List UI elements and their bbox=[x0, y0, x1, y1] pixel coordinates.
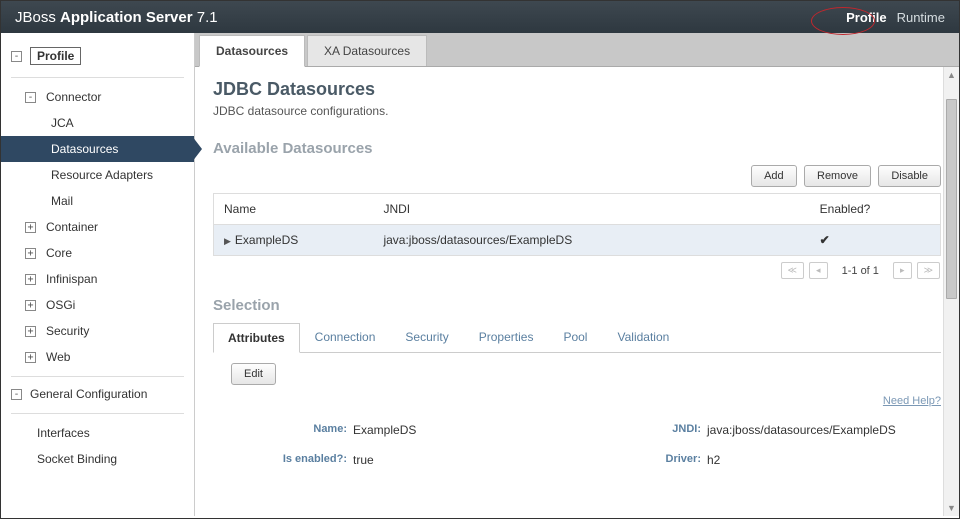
expand-icon[interactable]: + bbox=[25, 274, 36, 285]
selection-heading: Selection bbox=[213, 297, 941, 314]
page-prev-button[interactable]: ◂ bbox=[809, 262, 828, 279]
content: JDBC Datasources JDBC datasource configu… bbox=[195, 67, 959, 516]
tree-osgi[interactable]: +OSGi bbox=[1, 292, 194, 318]
table-header: Name JNDI Enabled? bbox=[214, 194, 941, 225]
page-subtitle: JDBC datasource configurations. bbox=[213, 104, 941, 118]
disable-button[interactable]: Disable bbox=[878, 165, 941, 187]
add-button[interactable]: Add bbox=[751, 165, 797, 187]
scroll-thumb[interactable] bbox=[946, 99, 957, 299]
col-enabled: Enabled? bbox=[810, 194, 941, 225]
label-jndi: JNDI: bbox=[577, 423, 707, 437]
row-caret-icon: ▶ bbox=[224, 236, 231, 246]
leaf-datasources[interactable]: Datasources bbox=[1, 136, 194, 162]
leaf-resource-adapters[interactable]: Resource Adapters bbox=[1, 162, 194, 188]
form-item-enabled: Is enabled?: true bbox=[223, 445, 577, 475]
subtab-attributes[interactable]: Attributes bbox=[213, 323, 300, 353]
subtab-pool[interactable]: Pool bbox=[548, 322, 602, 352]
tree-core[interactable]: +Core bbox=[1, 240, 194, 266]
collapse-icon[interactable]: - bbox=[11, 389, 22, 400]
page-info: 1-1 of 1 bbox=[832, 265, 889, 277]
sidebar: - Profile - Connector JCA Datasources Re… bbox=[1, 33, 195, 516]
table-toolbar: Add Remove Disable bbox=[213, 165, 941, 187]
scroll-down-icon[interactable]: ▼ bbox=[944, 500, 959, 516]
page-first-button[interactable]: ≪ bbox=[781, 262, 804, 279]
attribute-form: Name: ExampleDS JNDI: java:jboss/datasou… bbox=[213, 415, 941, 475]
leaf-jca[interactable]: JCA bbox=[1, 110, 194, 136]
subtab-validation[interactable]: Validation bbox=[602, 322, 684, 352]
tree-security[interactable]: +Security bbox=[1, 318, 194, 344]
subtab-security[interactable]: Security bbox=[390, 322, 463, 352]
remove-button[interactable]: Remove bbox=[804, 165, 871, 187]
edit-button[interactable]: Edit bbox=[231, 363, 276, 385]
label-name: Name: bbox=[223, 423, 353, 437]
label-enabled: Is enabled?: bbox=[223, 453, 353, 467]
expand-icon[interactable]: + bbox=[25, 248, 36, 259]
form-item-name: Name: ExampleDS bbox=[223, 415, 577, 445]
tree-web[interactable]: +Web bbox=[1, 344, 194, 370]
tree-container[interactable]: +Container bbox=[1, 214, 194, 240]
brand: JBoss Application Server 7.1 bbox=[15, 9, 218, 26]
available-heading: Available Datasources bbox=[213, 140, 941, 157]
sidebar-root[interactable]: - Profile bbox=[1, 43, 194, 71]
form-item-jndi: JNDI: java:jboss/datasources/ExampleDS bbox=[577, 415, 931, 445]
expand-icon[interactable]: + bbox=[25, 352, 36, 363]
value-name: ExampleDS bbox=[353, 423, 416, 437]
sidebar-general-config[interactable]: - General Configuration bbox=[1, 383, 194, 407]
col-jndi: JNDI bbox=[373, 194, 809, 225]
value-jndi: java:jboss/datasources/ExampleDS bbox=[707, 423, 896, 437]
scrollbar[interactable]: ▲ ▼ bbox=[943, 67, 959, 516]
expand-icon[interactable]: + bbox=[25, 326, 36, 337]
collapse-icon[interactable]: - bbox=[25, 92, 36, 103]
tree-infinispan[interactable]: +Infinispan bbox=[1, 266, 194, 292]
page-last-button[interactable]: ≫ bbox=[917, 262, 940, 279]
help-link-row: Need Help? bbox=[213, 393, 941, 407]
tab-xa-datasources[interactable]: XA Datasources bbox=[307, 35, 427, 66]
datasource-table: Name JNDI Enabled? ▶ ExampleDS java:jboss… bbox=[213, 193, 941, 256]
page-next-button[interactable]: ▸ bbox=[893, 262, 912, 279]
value-driver: h2 bbox=[707, 453, 720, 467]
help-link[interactable]: Need Help? bbox=[883, 395, 941, 407]
value-enabled: true bbox=[353, 453, 374, 467]
tree-connector[interactable]: - Connector bbox=[1, 84, 194, 110]
scroll-up-icon[interactable]: ▲ bbox=[944, 67, 959, 83]
nav-runtime[interactable]: Runtime bbox=[897, 10, 945, 25]
subtab-properties[interactable]: Properties bbox=[464, 322, 549, 352]
cell-name: ExampleDS bbox=[235, 233, 298, 247]
page-title: JDBC Datasources bbox=[213, 79, 941, 100]
expand-icon[interactable]: + bbox=[25, 300, 36, 311]
leaf-socket-binding[interactable]: Socket Binding bbox=[1, 446, 194, 472]
expand-icon[interactable]: + bbox=[25, 222, 36, 233]
tab-datasources[interactable]: Datasources bbox=[199, 35, 305, 67]
app-header: JBoss Application Server 7.1 Profile Run… bbox=[1, 1, 959, 33]
main: Datasources XA Datasources JDBC Datasour… bbox=[195, 33, 959, 516]
header-nav: Profile Runtime bbox=[846, 10, 945, 25]
collapse-icon[interactable]: - bbox=[11, 51, 22, 62]
cell-jndi: java:jboss/datasources/ExampleDS bbox=[373, 225, 809, 256]
brand-prefix: JBoss bbox=[15, 9, 60, 26]
leaf-mail[interactable]: Mail bbox=[1, 188, 194, 214]
table-row[interactable]: ▶ ExampleDS java:jboss/datasources/Exampl… bbox=[214, 225, 941, 256]
subtabs: Attributes Connection Security Propertie… bbox=[213, 322, 941, 353]
col-name: Name bbox=[214, 194, 374, 225]
form-item-driver: Driver: h2 bbox=[577, 445, 931, 475]
tabs-bar: Datasources XA Datasources bbox=[195, 33, 959, 67]
nav-profile[interactable]: Profile bbox=[846, 10, 886, 25]
brand-name: Application Server bbox=[60, 9, 193, 26]
leaf-interfaces[interactable]: Interfaces bbox=[1, 420, 194, 446]
label-driver: Driver: bbox=[577, 453, 707, 467]
subtab-connection[interactable]: Connection bbox=[300, 322, 391, 352]
brand-version: 7.1 bbox=[193, 9, 218, 26]
check-icon: ✔ bbox=[820, 233, 830, 247]
paginator: ≪ ◂ 1-1 of 1 ▸ ≫ bbox=[213, 262, 941, 279]
